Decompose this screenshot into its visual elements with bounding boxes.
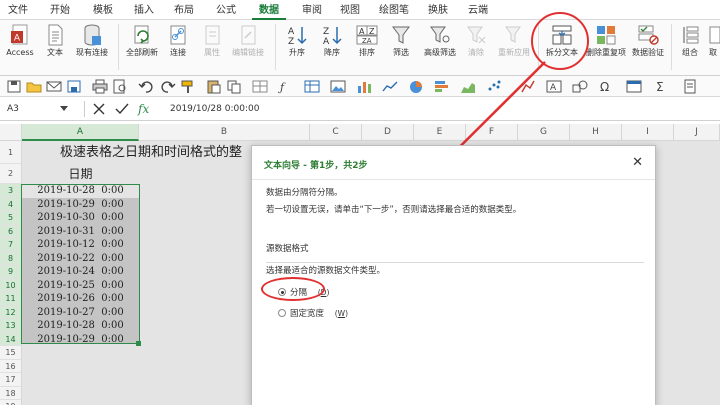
- dialog-title: 文本向导 - 第1步，共2步: [264, 161, 368, 171]
- option-delimited-text: 分隔: [290, 288, 308, 298]
- source-format-divider: [266, 262, 644, 263]
- option-fixed-text: 固定宽度: [290, 309, 325, 319]
- dialog-description-2: 若一切设置无误，请单击“下一步”，否则请选择最合适的数据类型。: [266, 205, 522, 215]
- dialog-divider: [252, 179, 655, 180]
- text-wizard-dialog: 文本向导 - 第1步，共2步 ✕ 数据由分隔符分隔。 若一切设置无误，请单击“下…: [251, 145, 656, 405]
- radio-delimited-label[interactable]: 分隔 (D): [290, 286, 329, 298]
- dialog-description-1: 数据由分隔符分隔。: [266, 188, 343, 198]
- close-icon[interactable]: ✕: [632, 155, 643, 170]
- option-delimited-key: D: [320, 288, 327, 297]
- radio-fixed-width[interactable]: [278, 309, 286, 317]
- file-type-prompt: 选择最适合的源数据文件类型。: [266, 266, 386, 276]
- option-fixed-key: W: [337, 309, 346, 318]
- radio-fixed-width-label[interactable]: 固定宽度 (W): [290, 307, 348, 319]
- radio-delimited[interactable]: [278, 288, 286, 296]
- spreadsheet-window: 文件 开始 模板 插入 布局 公式 数据 审阅 视图 绘图笔 换肤 云端 A A…: [0, 0, 720, 405]
- source-format-label: 源数据格式: [266, 244, 309, 254]
